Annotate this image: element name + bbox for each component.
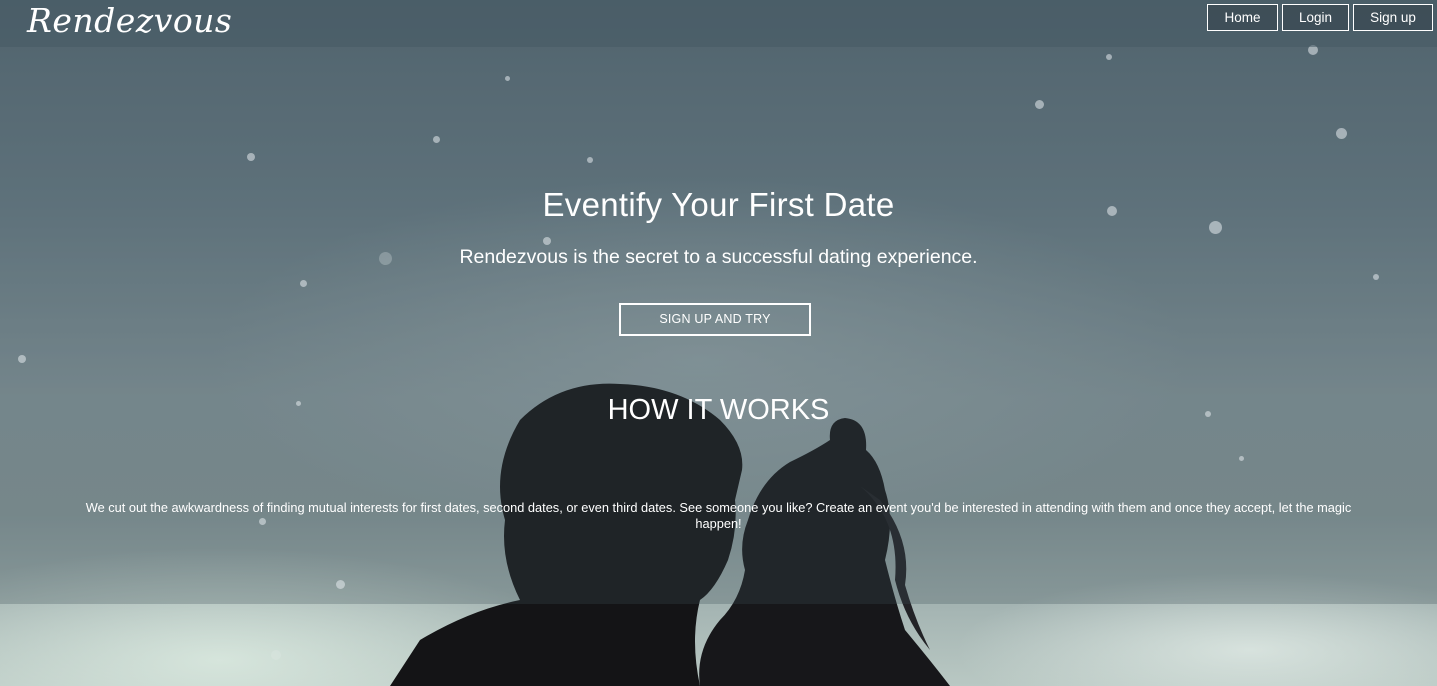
bokeh-dot [433, 136, 440, 143]
bokeh-dot [1106, 54, 1112, 60]
how-it-works-title: HOW IT WORKS [607, 394, 830, 426]
bokeh-dot [1035, 100, 1044, 109]
bokeh-dot [247, 153, 255, 161]
bokeh-dot [1336, 128, 1347, 139]
landing-page: Rendezvous Home Login Sign up Eventify Y… [0, 0, 1437, 686]
hero-subtitle: Rendezvous is the secret to a successful… [459, 246, 978, 268]
sign-up-button[interactable]: Sign up [1353, 4, 1433, 31]
hero-title: Eventify Your First Date [542, 186, 895, 223]
nav-links: Home Login Sign up [1207, 4, 1433, 31]
brand-logo[interactable]: Rendezvous [27, 1, 232, 40]
bokeh-dot [300, 280, 307, 287]
home-button[interactable]: Home [1207, 4, 1278, 31]
navbar: Rendezvous Home Login Sign up [0, 0, 1437, 47]
bokeh-dot [1239, 456, 1244, 461]
how-it-works-description: We cut out the awkwardness of finding mu… [85, 500, 1352, 531]
bokeh-dot [336, 580, 345, 589]
bokeh-dot [587, 157, 593, 163]
sign-up-and-try-button[interactable]: SIGN UP AND TRY [619, 303, 811, 336]
bokeh-dot [505, 76, 510, 81]
login-button[interactable]: Login [1282, 4, 1349, 31]
bokeh-dot [543, 237, 551, 245]
bokeh-dot [271, 650, 281, 660]
bokeh-dot [18, 355, 26, 363]
bokeh-dot [1373, 274, 1379, 280]
